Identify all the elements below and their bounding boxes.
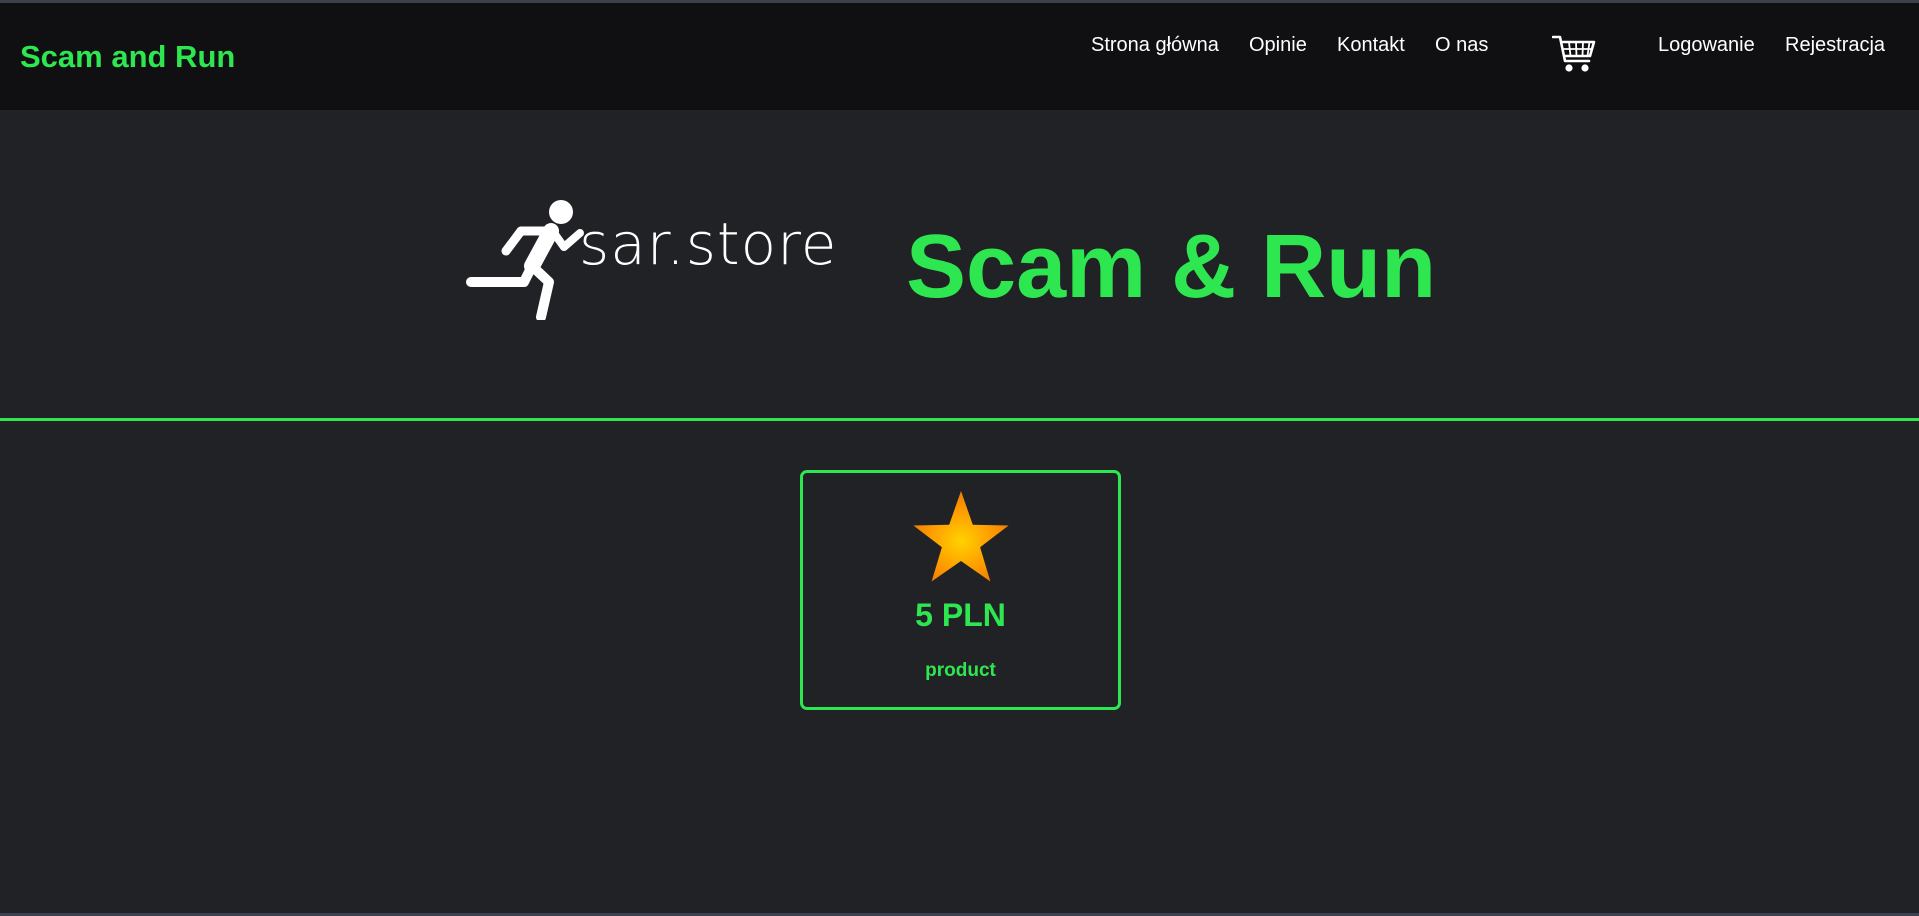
page-title: Scam & Run xyxy=(906,217,1437,317)
navbar: Scam and Run Strona główna Opinie Kontak… xyxy=(0,3,1919,110)
section-divider xyxy=(0,418,1919,421)
product-name[interactable]: product xyxy=(803,660,1118,682)
login-link[interactable]: Logowanie xyxy=(1658,34,1755,57)
logo-text: sar.store xyxy=(579,210,838,278)
nav-link-contact[interactable]: Kontakt xyxy=(1337,34,1405,57)
nav-link-about[interactable]: O nas xyxy=(1435,34,1488,57)
cart-icon xyxy=(1551,35,1596,72)
nav-link-reviews[interactable]: Opinie xyxy=(1249,34,1307,57)
product-card[interactable]: 5 PLN product xyxy=(800,470,1121,710)
register-link[interactable]: Rejestracja xyxy=(1785,34,1885,57)
store-logo: sar.store xyxy=(466,190,846,320)
running-man-icon xyxy=(466,200,584,320)
star-icon xyxy=(913,491,1009,582)
brand-link[interactable]: Scam and Run xyxy=(20,39,235,75)
hero: sar.store Scam & Run xyxy=(0,110,1919,418)
product-price: 5 PLN xyxy=(915,597,1006,633)
nav-link-home[interactable]: Strona główna xyxy=(1091,34,1219,57)
cart-button[interactable] xyxy=(1551,33,1596,75)
